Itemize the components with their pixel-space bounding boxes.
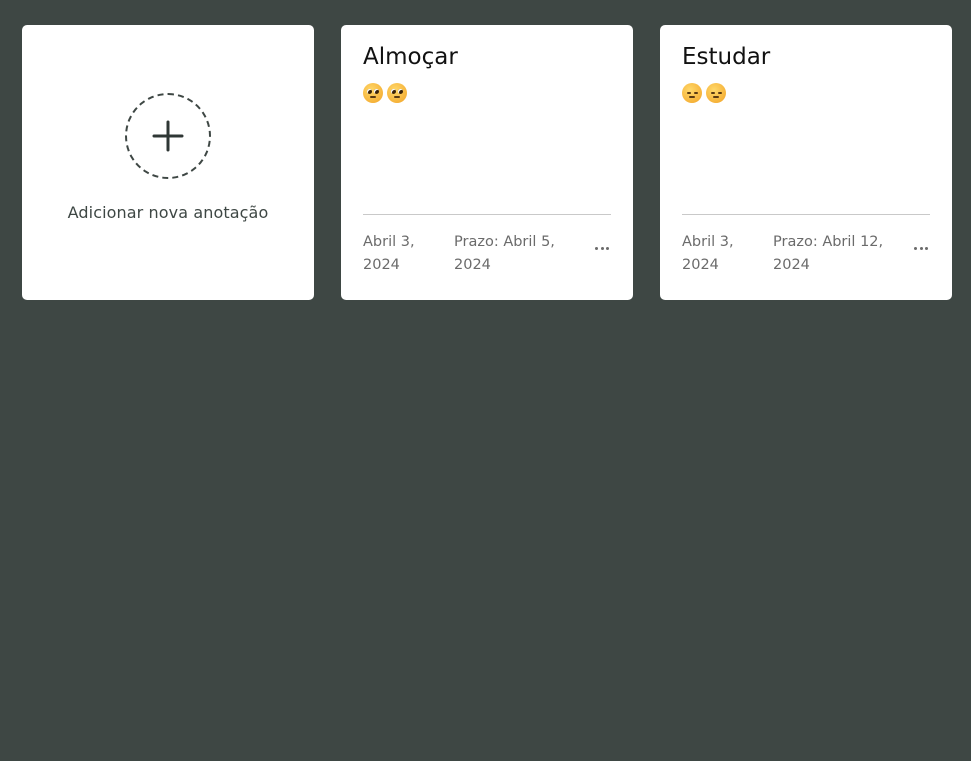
- note-emoji-row: [682, 83, 726, 103]
- note-created-date: Abril 3, 2024: [682, 234, 734, 273]
- note-footer: Abril 3, 2024 Prazo: Abril 5, 2024: [363, 231, 611, 277]
- note-divider: [363, 214, 611, 215]
- note-footer: Abril 3, 2024 Prazo: Abril 12, 2024: [682, 231, 930, 277]
- pensive-face-icon: [706, 83, 726, 103]
- note-created-date: Abril 3, 2024: [363, 234, 415, 273]
- note-deadline: Prazo: Abril 5, 2024: [454, 234, 555, 273]
- note-deadline: Prazo: Abril 12, 2024: [773, 234, 884, 273]
- plus-icon: [152, 120, 184, 152]
- more-horizontal-icon[interactable]: [912, 243, 930, 253]
- note-title: Estudar: [682, 44, 771, 70]
- add-note-button[interactable]: [125, 93, 211, 179]
- pleading-face-icon: [387, 83, 407, 103]
- note-card[interactable]: Almoçar Abril 3, 2024 Prazo: Abril 5, 20…: [341, 25, 633, 300]
- more-horizontal-icon[interactable]: [593, 243, 611, 253]
- note-emoji-row: [363, 83, 407, 103]
- notes-grid: Adicionar nova anotação Almoçar Abril 3,…: [22, 25, 952, 300]
- pleading-face-icon: [363, 83, 383, 103]
- pensive-face-icon: [682, 83, 702, 103]
- add-note-card[interactable]: Adicionar nova anotação: [22, 25, 314, 300]
- note-divider: [682, 214, 930, 215]
- note-title: Almoçar: [363, 44, 458, 70]
- note-card[interactable]: Estudar Abril 3, 2024 Prazo: Abril 12, 2…: [660, 25, 952, 300]
- add-note-label: Adicionar nova anotação: [67, 203, 269, 222]
